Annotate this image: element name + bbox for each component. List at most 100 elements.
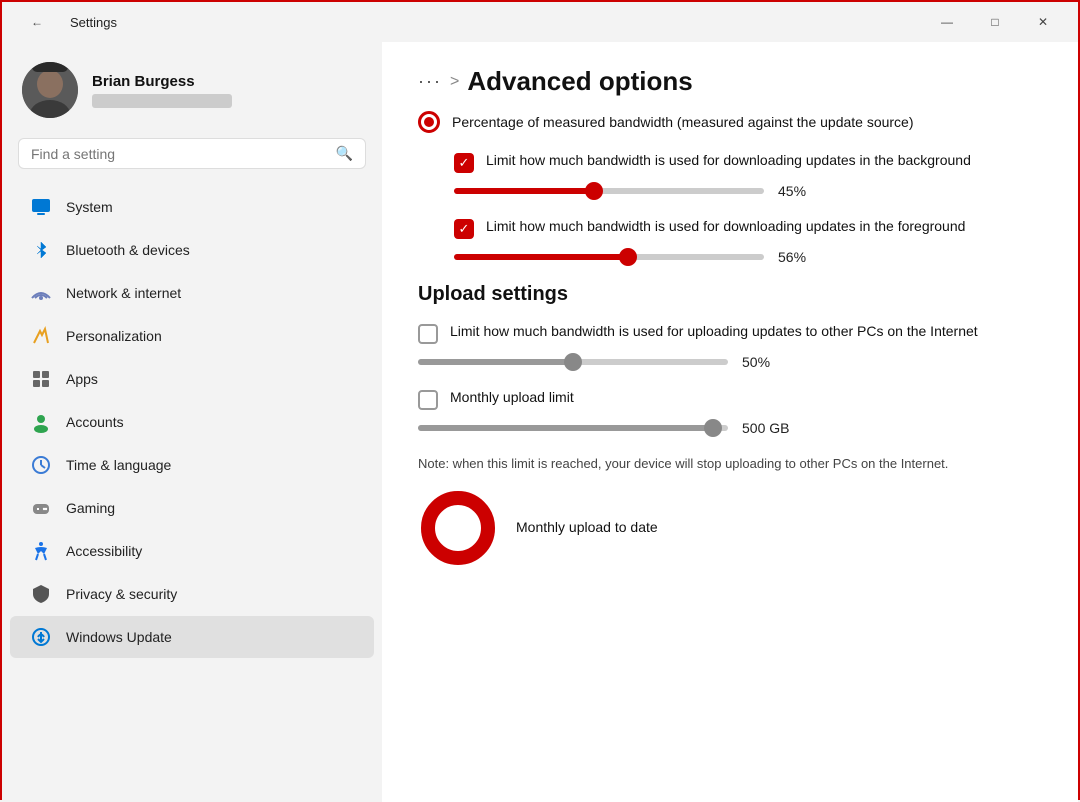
checkbox-row-fg: ✓ Limit how much bandwidth is used for d…: [454, 217, 1042, 239]
checkbox-label-internet: Limit how much bandwidth is used for upl…: [450, 322, 978, 342]
accounts-icon: [30, 411, 52, 433]
main-content: ··· > Advanced options Percentage of mea…: [382, 42, 1078, 802]
sidebar: Brian Burgess 🔍 System Bluetooth & devic…: [2, 42, 382, 802]
sidebar-item-label-privacy: Privacy & security: [66, 586, 177, 602]
personalization-icon: [30, 325, 52, 347]
search-icon: 🔍: [336, 145, 353, 162]
radio-label-percentage: Percentage of measured bandwidth (measur…: [452, 114, 914, 130]
close-button[interactable]: ✕: [1020, 6, 1066, 38]
user-info: Brian Burgess: [92, 73, 232, 108]
sidebar-item-label-system: System: [66, 199, 113, 215]
slider-thumb-internet[interactable]: [564, 353, 582, 371]
slider-track-internet[interactable]: [418, 359, 728, 365]
search-input[interactable]: [31, 146, 328, 162]
sidebar-item-apps[interactable]: Apps: [10, 358, 374, 400]
slider-track-fg[interactable]: [454, 254, 764, 260]
app-body: Brian Burgess 🔍 System Bluetooth & devic…: [2, 42, 1078, 802]
sidebar-item-label-gaming: Gaming: [66, 500, 115, 516]
upload-section-title: Upload settings: [418, 283, 1042, 306]
radio-option-percentage[interactable]: Percentage of measured bandwidth (measur…: [418, 111, 1042, 133]
windowsupdate-icon: [30, 626, 52, 648]
checkbox-label-bg: Limit how much bandwidth is used for dow…: [486, 151, 971, 171]
sidebar-item-privacy[interactable]: Privacy & security: [10, 573, 374, 615]
maximize-icon: □: [991, 15, 998, 29]
checkbox-label-fg: Limit how much bandwidth is used for dow…: [486, 217, 965, 237]
sidebar-item-gaming[interactable]: Gaming: [10, 487, 374, 529]
app-title: Settings: [70, 15, 117, 30]
sidebar-item-accounts[interactable]: Accounts: [10, 401, 374, 443]
slider-value-internet: 50%: [742, 354, 790, 370]
sidebar-item-label-windowsupdate: Windows Update: [66, 629, 172, 645]
checkbox-row-monthly: Monthly upload limit: [418, 388, 1042, 410]
slider-fill-bg: [454, 188, 594, 194]
breadcrumb-separator: >: [450, 73, 459, 91]
sidebar-item-label-personalization: Personalization: [66, 328, 162, 344]
checkbox-bg[interactable]: ✓: [454, 153, 474, 173]
gaming-icon: [30, 497, 52, 519]
network-icon: [30, 282, 52, 304]
monthly-upload-label: Monthly upload to date: [516, 518, 658, 538]
bluetooth-icon: [30, 239, 52, 261]
minimize-icon: —: [941, 15, 953, 29]
sidebar-item-label-network: Network & internet: [66, 285, 181, 301]
checkbox-label-monthly: Monthly upload limit: [450, 388, 574, 408]
maximize-button[interactable]: □: [972, 6, 1018, 38]
user-section: Brian Burgess: [2, 52, 382, 138]
slider-value-monthly: 500 GB: [742, 420, 790, 436]
title-bar: ← Settings — □ ✕: [2, 2, 1078, 42]
upload-note: Note: when this limit is reached, your d…: [418, 454, 1042, 474]
apps-icon: [30, 368, 52, 390]
slider-row-internet: 50%: [418, 354, 1042, 370]
sidebar-item-windowsupdate[interactable]: Windows Update: [10, 616, 374, 658]
slider-thumb-fg[interactable]: [619, 248, 637, 266]
sidebar-item-system[interactable]: System: [10, 186, 374, 228]
search-box[interactable]: 🔍: [18, 138, 366, 169]
slider-row-fg: 56%: [454, 249, 1042, 265]
slider-thumb-bg[interactable]: [585, 182, 603, 200]
slider-value-fg: 56%: [778, 249, 826, 265]
upload-section: Upload settings Limit how much bandwidth…: [418, 283, 1042, 568]
slider-value-bg: 45%: [778, 183, 826, 199]
slider-track-bg[interactable]: [454, 188, 764, 194]
slider-fill-monthly: [418, 425, 713, 431]
back-button[interactable]: ←: [14, 6, 60, 38]
donut-chart: [418, 488, 498, 568]
sidebar-item-label-accounts: Accounts: [66, 414, 124, 430]
title-bar-left: ← Settings: [14, 6, 117, 38]
checkbox-row-internet: Limit how much bandwidth is used for upl…: [418, 322, 1042, 344]
sidebar-item-personalization[interactable]: Personalization: [10, 315, 374, 357]
breadcrumb-dots: ···: [418, 71, 442, 92]
slider-row-bg: 45%: [454, 183, 1042, 199]
page-title: Advanced options: [467, 66, 692, 97]
radio-button-selected[interactable]: [418, 111, 440, 133]
avatar-image: [22, 62, 78, 118]
checkbox-monthly[interactable]: [418, 390, 438, 410]
slider-thumb-monthly[interactable]: [704, 419, 722, 437]
close-icon: ✕: [1038, 15, 1048, 29]
sidebar-item-time[interactable]: Time & language: [10, 444, 374, 486]
sidebar-item-label-time: Time & language: [66, 457, 171, 473]
breadcrumb: ··· > Advanced options: [418, 66, 1042, 97]
sidebar-item-label-accessibility: Accessibility: [66, 543, 142, 559]
sidebar-item-bluetooth[interactable]: Bluetooth & devices: [10, 229, 374, 271]
sidebar-item-label-apps: Apps: [66, 371, 98, 387]
slider-track-monthly[interactable]: [418, 425, 728, 431]
avatar: [22, 62, 78, 118]
checkbox-fg[interactable]: ✓: [454, 219, 474, 239]
privacy-icon: [30, 583, 52, 605]
minimize-button[interactable]: —: [924, 6, 970, 38]
slider-fill-fg: [454, 254, 628, 260]
donut-row: Monthly upload to date: [418, 488, 1042, 568]
checkbox-internet[interactable]: [418, 324, 438, 344]
user-name: Brian Burgess: [92, 73, 232, 90]
time-icon: [30, 454, 52, 476]
sidebar-item-accessibility[interactable]: Accessibility: [10, 530, 374, 572]
user-account-blurred: [92, 94, 232, 108]
window-controls: — □ ✕: [924, 6, 1066, 38]
sidebar-item-network[interactable]: Network & internet: [10, 272, 374, 314]
system-icon: [30, 196, 52, 218]
checkbox-row-bg: ✓ Limit how much bandwidth is used for d…: [454, 151, 1042, 173]
back-icon: ←: [31, 15, 43, 29]
slider-row-monthly: 500 GB: [418, 420, 1042, 436]
sidebar-item-label-bluetooth: Bluetooth & devices: [66, 242, 190, 258]
